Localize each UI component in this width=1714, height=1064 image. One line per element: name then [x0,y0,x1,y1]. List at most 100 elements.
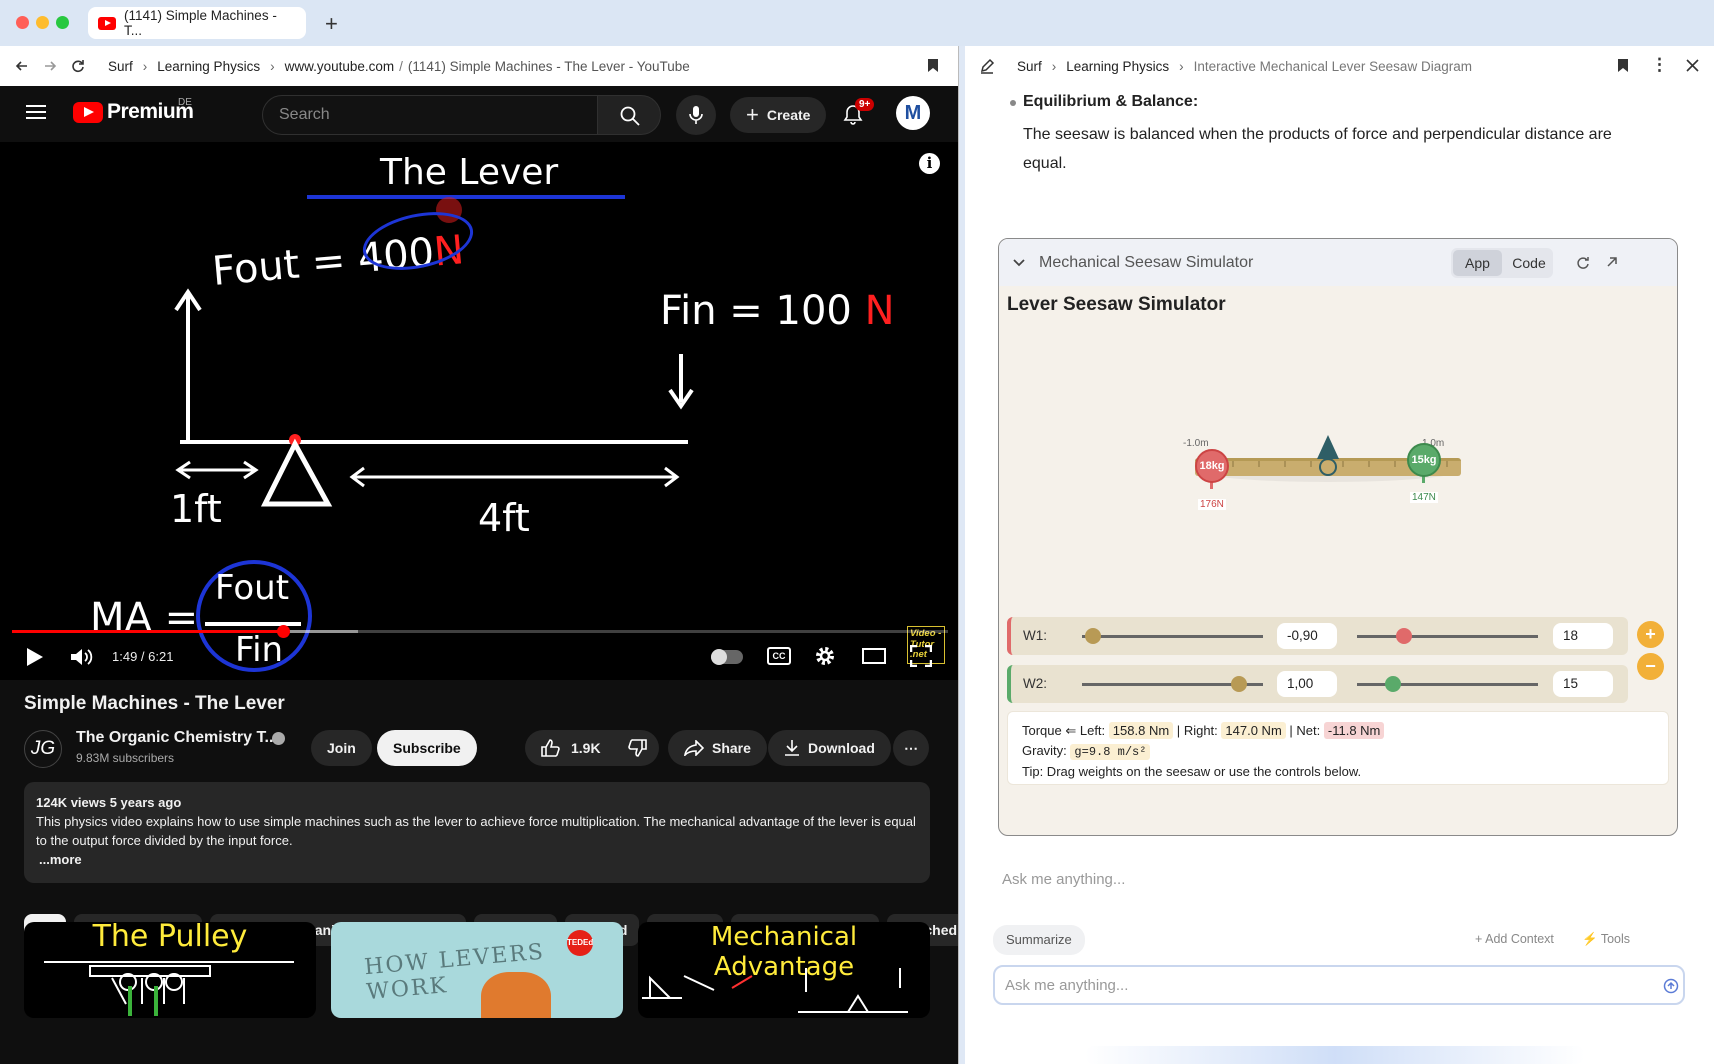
settings-gear-icon[interactable] [814,645,836,667]
tab-title: (1141) Simple Machines - T... [124,8,277,38]
url-host[interactable]: www.youtube.com [285,59,395,74]
breadcrumb-learning-physics[interactable]: Learning Physics [157,59,260,74]
chevron-down-icon[interactable] [1013,258,1025,267]
url-title[interactable]: (1141) Simple Machines - The Lever - You… [408,59,690,74]
search-input[interactable]: Search [262,95,598,135]
thumbs-up-icon[interactable] [541,739,561,757]
fullscreen-icon[interactable] [910,645,932,667]
volume-icon[interactable] [70,647,94,667]
left-weight[interactable]: 18kg [1195,449,1229,483]
back-icon[interactable] [14,58,30,74]
video-thumbnail-1[interactable]: The Pulley [24,922,316,1018]
torque-net-value: -11.8 Nm [1323,722,1385,739]
ma-numerator: Fout [215,568,290,608]
youtube-favicon-icon [98,16,116,30]
account-avatar[interactable]: M [896,96,930,130]
right-distance-label: 4ft [478,496,530,540]
share-button[interactable]: Share [668,730,767,766]
w1-mass-slider[interactable] [1357,635,1538,638]
right-weight[interactable]: 15kg [1407,443,1441,477]
w1-position-handle[interactable] [1085,628,1102,644]
ma-label: MA = [90,595,199,641]
join-button[interactable]: Join [311,730,372,766]
youtube-logo-icon[interactable] [73,102,103,123]
ted-ed-logo: TEDEd [567,930,593,956]
channel-name[interactable]: The Organic Chemistry T... [76,729,278,747]
theater-mode-icon[interactable] [862,648,886,664]
notification-badge: 9+ [855,98,875,111]
description-text: This physics video explains how to use s… [36,814,916,848]
forward-icon[interactable] [42,58,58,74]
play-icon[interactable] [26,647,44,667]
maximize-window-button[interactable] [56,16,69,29]
video-player[interactable]: The Lever Fout = 400N Fin = 100 N 1ft 4f… [0,142,958,680]
send-icon[interactable] [1663,978,1679,994]
time-display: 1:49 / 6:21 [112,649,174,664]
reload-icon[interactable] [70,58,86,74]
verified-icon [272,732,285,745]
remove-weight-button[interactable]: − [1637,653,1664,680]
browser-tab[interactable]: (1141) Simple Machines - T... [88,7,306,39]
info-icon[interactable]: i [919,153,940,174]
search-button[interactable] [597,95,661,135]
close-icon[interactable] [1686,59,1699,72]
w2-mass-handle[interactable] [1385,676,1402,692]
lightning-icon: ⚡ [1582,932,1598,946]
subscribe-button[interactable]: Subscribe [377,730,477,766]
progress-track[interactable] [12,625,948,638]
ma-denominator: Fin [235,630,284,670]
w2-mass-slider[interactable] [1357,683,1538,686]
download-button[interactable]: Download [768,730,891,766]
right-breadcrumb-learning-physics[interactable]: Learning Physics [1066,59,1169,74]
plus-icon: + [746,102,759,127]
channel-avatar[interactable]: JG [24,730,62,768]
left-position-label: -1.0m [1183,438,1209,449]
tab-app[interactable]: App [1453,250,1502,276]
w2-position-input[interactable]: 1,00 [1277,671,1337,697]
right-breadcrumb-surf[interactable]: Surf [1017,59,1042,74]
open-external-icon[interactable] [1606,256,1618,268]
w1-mass-handle[interactable] [1396,628,1413,644]
create-button[interactable]: + Create [730,97,827,133]
new-tab-button[interactable]: + [325,11,338,37]
menu-icon[interactable] [26,104,46,120]
chat-input[interactable]: Ask me anything... [993,965,1685,1005]
voice-search-button[interactable] [676,95,716,135]
description-box[interactable]: 124K views 5 years ago This physics vide… [24,782,930,883]
tab-code[interactable]: Code [1507,250,1551,276]
refresh-icon[interactable] [1576,256,1590,270]
more-options-icon[interactable]: ⋮ [1651,55,1668,75]
video-thumbnail-3[interactable]: Mechanical Advantage [638,922,930,1018]
inline-ask-text[interactable]: Ask me anything... [1002,871,1125,888]
w1-mass-input[interactable]: 18 [1553,623,1613,649]
stats-box: Torque ⇐ Left: 158.8 Nm | Right: 147.0 N… [1007,711,1669,785]
close-window-button[interactable] [16,16,29,29]
bullet-text: The seesaw is balanced when the products… [1023,126,1612,172]
minimize-window-button[interactable] [36,16,49,29]
add-weight-button[interactable]: + [1637,621,1664,648]
edit-icon[interactable] [979,58,995,74]
tools-button[interactable]: ⚡ Tools [1582,932,1630,947]
add-context-button[interactable]: + Add Context [1475,932,1554,946]
autoplay-toggle[interactable] [711,649,743,665]
simulator-header-title: Mechanical Seesaw Simulator [1039,253,1254,271]
w1-controls: W1: -0,90 18 [1007,617,1628,655]
w2-position-handle[interactable] [1231,676,1248,692]
summarize-button[interactable]: Summarize [993,925,1085,955]
tip-text: Tip: Drag weights on the seesaw or use t… [1022,764,1362,779]
w1-position-slider[interactable] [1082,635,1263,638]
video-thumbnail-2[interactable]: HOW LEVERS WORK TEDEd [331,922,623,1018]
right-breadcrumb-page[interactable]: Interactive Mechanical Lever Seesaw Diag… [1194,59,1489,74]
fulcrum-icon [1317,435,1339,476]
subtitles-button[interactable]: CC [767,647,791,665]
w2-mass-input[interactable]: 15 [1553,671,1613,697]
right-bookmark-icon[interactable] [1617,58,1629,73]
simulator-card: Mechanical Seesaw Simulator App Code Lev… [998,238,1678,836]
w1-position-input[interactable]: -0,90 [1277,623,1337,649]
bookmark-icon[interactable] [927,58,939,73]
more-actions-button[interactable]: ⋯ [893,730,929,766]
thumbs-down-icon[interactable] [627,739,647,757]
like-count[interactable]: 1.9K [571,740,601,756]
breadcrumb-surf[interactable]: Surf [108,59,133,74]
description-more-link[interactable]: ...more [39,850,918,869]
